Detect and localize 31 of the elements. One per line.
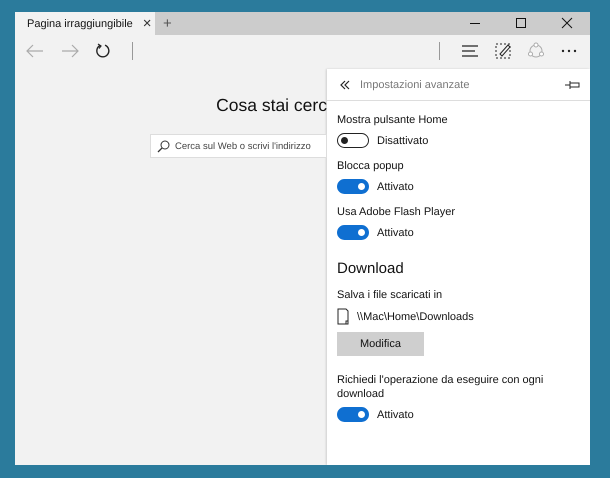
search-field[interactable]: Cerca sul Web o scrivi l'indirizzo bbox=[150, 134, 327, 158]
toggle-state: Attivato bbox=[377, 226, 414, 238]
browser-tab[interactable]: Pagina irraggiungibile × bbox=[15, 12, 155, 35]
toggle-state: Disattivato bbox=[377, 134, 428, 146]
section-heading: Download bbox=[337, 260, 405, 277]
folder-path: \\Mac\Home\Downloads bbox=[357, 310, 474, 322]
pin-icon[interactable] bbox=[564, 80, 580, 90]
panel-title: Impostazioni avanzate bbox=[360, 78, 470, 90]
more-icon[interactable] bbox=[560, 48, 578, 54]
toggle-state: Attivato bbox=[377, 408, 414, 420]
toggle-switch[interactable] bbox=[337, 225, 369, 240]
setting-label: Usa Adobe Flash Player bbox=[337, 205, 456, 219]
collapse-icon[interactable] bbox=[339, 80, 351, 90]
page-heading: Cosa stai cerc bbox=[216, 95, 327, 116]
change-button[interactable]: Modifica bbox=[337, 332, 424, 356]
toggle-switch[interactable] bbox=[337, 179, 369, 194]
tab-title: Pagina irraggiungibile bbox=[27, 18, 133, 30]
search-icon bbox=[157, 140, 170, 153]
toggle-state: Attivato bbox=[377, 180, 414, 192]
setting-label: Salva i file scaricati in bbox=[337, 288, 444, 302]
close-tab-button[interactable]: × bbox=[138, 15, 156, 32]
setting-label: Mostra pulsante Home bbox=[337, 113, 449, 127]
refresh-icon[interactable] bbox=[95, 43, 111, 59]
new-tab-button[interactable]: + bbox=[159, 15, 176, 32]
toggle-switch[interactable] bbox=[337, 133, 369, 148]
hub-icon[interactable] bbox=[461, 44, 479, 58]
note-icon[interactable] bbox=[494, 42, 512, 60]
setting-label: Richiedi l'operazione da eseguire con ogni download bbox=[337, 373, 544, 401]
drive-icon bbox=[337, 308, 349, 325]
toggle-switch[interactable] bbox=[337, 407, 369, 422]
setting-label: Blocca popup bbox=[337, 159, 405, 173]
